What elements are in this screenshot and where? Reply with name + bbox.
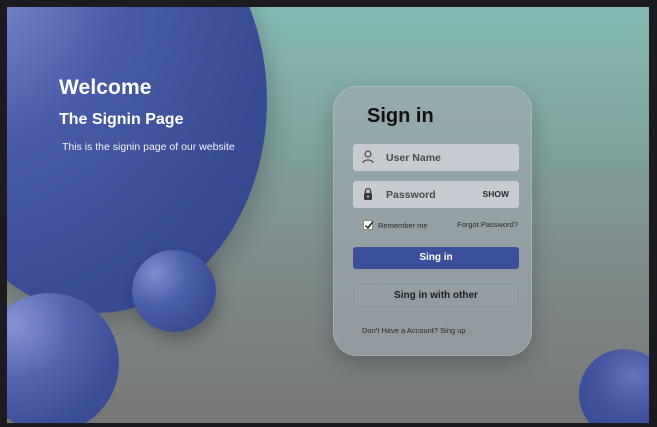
signin-button[interactable]: Sing in xyxy=(353,247,519,269)
hero-subtitle: The Signin Page xyxy=(59,111,184,128)
hero-description: This is the signin page of our website xyxy=(62,141,235,153)
show-password-button[interactable]: SHOW xyxy=(483,189,509,199)
check-icon xyxy=(364,221,374,230)
username-field[interactable] xyxy=(353,144,519,171)
page-background: Welcome The Signin Page This is the sign… xyxy=(7,7,649,423)
decorative-blob-large xyxy=(7,7,267,313)
user-icon xyxy=(362,150,374,164)
signin-title: Sign in xyxy=(367,105,434,127)
forgot-password-link[interactable]: Forgot Password? xyxy=(457,220,518,229)
decorative-sphere-bottom-right xyxy=(579,349,649,423)
password-field[interactable]: SHOW xyxy=(353,181,519,208)
signup-link[interactable]: Don't Have a Account? Sing up xyxy=(362,326,466,335)
username-input[interactable] xyxy=(386,144,486,171)
remember-me[interactable]: Remember me xyxy=(363,220,428,230)
remember-checkbox[interactable] xyxy=(363,220,374,230)
remember-label: Remember me xyxy=(378,220,428,230)
signin-with-other-button[interactable]: Sing in with other xyxy=(353,284,519,307)
signin-card: Sign in SHOW xyxy=(333,86,532,356)
hero-title: Welcome xyxy=(59,76,152,99)
lock-icon xyxy=(362,187,374,201)
password-input[interactable] xyxy=(386,181,486,208)
decorative-sphere-middle xyxy=(132,250,216,332)
